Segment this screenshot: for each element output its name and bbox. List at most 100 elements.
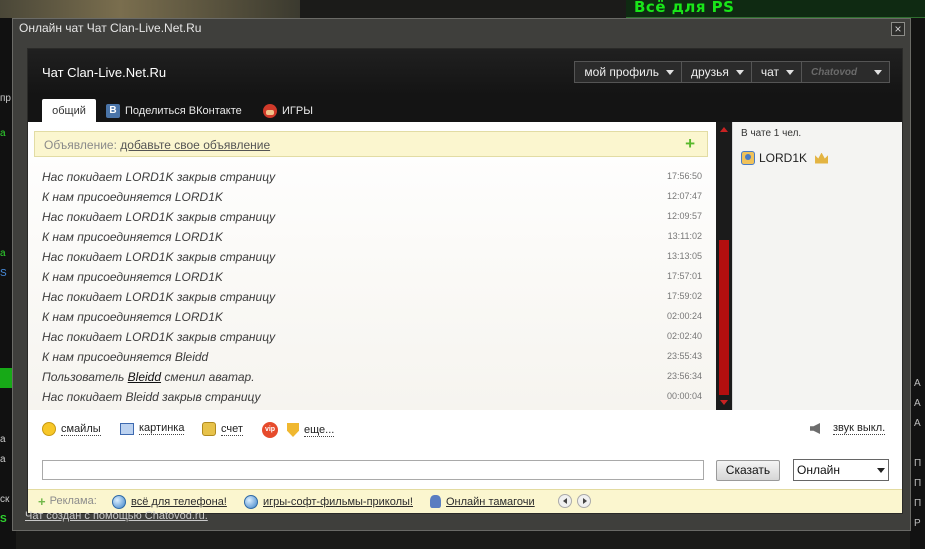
background-left-text: S [0,268,7,279]
background-right-text: А [914,398,921,409]
globe-icon [112,495,126,509]
sound-toggle[interactable]: звук выкл. [810,422,886,435]
message-text: Нас покидает LORD1K закрыв страницу [42,330,276,344]
background-right-text: А [914,378,921,389]
message-time: 23:55:43 [666,351,702,361]
message-row: Нас покидает LORD1K закрыв страницу 12:0… [42,210,702,228]
message-time: 00:00:04 [666,391,702,401]
message-text: К нам присоединяется LORD1K [42,270,223,284]
add-announcement-link[interactable]: добавьте свое объявление [120,138,270,152]
message-row: К нам присоединяется LORD1K 13:11:02 [42,230,702,248]
background-right-text: П [914,478,922,489]
picture-icon [120,422,134,435]
tab-games[interactable]: ИГРЫ [263,99,313,122]
message-text: К нам присоединяется LORD1K [42,310,223,324]
message-row: Нас покидает Bleidd закрыв страницу 00:0… [42,390,702,408]
message-time: 13:11:02 [667,231,702,241]
vip-icon: vip [262,422,278,438]
tab-general-label: общий [52,104,86,117]
chat-window: Онлайн чат Чат Clan-Live.Net.Ru × Чат Cl… [12,18,911,531]
message-time: 12:07:47 [666,191,702,201]
scroll-down-arrow-icon[interactable] [720,400,728,405]
background-right-column: А А А П П П Р [910,18,925,549]
chat-title: Чат Clan-Live.Net.Ru [42,65,167,80]
background-left-text: а [0,128,6,139]
announcement-bar: Объявление: добавьте свое объявление + [34,131,708,157]
smile-icon [42,422,56,436]
score-label: счет [221,422,243,436]
vk-icon: B [106,103,120,118]
scroll-thumb[interactable] [719,240,729,395]
ad-link-phone[interactable]: всё для телефона! [112,495,227,509]
plus-icon[interactable]: + [685,134,695,154]
background-left-text: а [0,454,6,465]
nav-my-profile-label: мой профиль [584,65,660,79]
background-left-text: а [0,248,6,259]
scroll-up-arrow-icon[interactable] [720,127,728,132]
user-name: LORD1K [759,151,808,165]
user-nick-link[interactable]: Bleidd [128,370,161,384]
message-scrollbar[interactable] [716,122,732,410]
nav-friends-label: друзья [691,65,729,79]
tab-share-vk[interactable]: B Поделиться ВКонтакте [106,99,242,122]
score-button[interactable]: счет [202,422,243,436]
message-time: 17:59:02 [666,291,702,301]
message-text-after: сменил аватар. [164,370,255,384]
message-input[interactable] [42,460,704,480]
user-list-item[interactable]: LORD1K [741,151,829,165]
picture-button[interactable]: картинка [120,422,185,435]
chatovod-credit-link[interactable]: Чат создан с помощью Chatovod.ru. [25,510,208,522]
user-list: В чате 1 чел. LORD1K [732,122,902,410]
plus-icon: + [38,493,46,509]
message-text: Нас покидает Bleidd закрыв страницу [42,390,261,404]
chevron-down-icon [786,69,794,75]
ads-next-arrow-icon[interactable] [577,494,591,508]
message-text: Нас покидает LORD1K закрыв страницу [42,290,276,304]
status-select[interactable]: Онлайн [793,459,889,481]
nav-chatovod-menu[interactable]: Chatovod [802,62,889,82]
picture-label: картинка [139,422,185,435]
ads-prev-arrow-icon[interactable] [558,494,572,508]
close-icon[interactable]: × [891,22,905,36]
message-row: К нам присоединяется LORD1K 17:57:01 [42,270,702,288]
announcement-prefix: Объявление: [44,138,117,152]
ads-label: + Реклама: [38,493,97,509]
nav-friends[interactable]: друзья [682,62,752,82]
crown-icon [815,152,829,164]
background-right-text: А [914,418,921,429]
ad-link-label: игры-софт-фильмы-приколы! [263,496,413,508]
nav-chat[interactable]: чат [752,62,802,82]
message-list: Объявление: добавьте свое объявление + Н… [28,122,716,410]
message-time: 02:02:40 [666,331,702,341]
message-row: Нас покидает LORD1K закрыв страницу 17:5… [42,170,702,188]
background-left-text: а [0,434,6,445]
smiles-label: смайлы [61,422,101,436]
message-time: 12:09:57 [666,211,702,221]
message-row: К нам присоединяется LORD1K 12:07:47 [42,190,702,208]
chevron-down-icon [666,69,675,75]
more-button[interactable]: vip еще... [262,422,335,438]
chevron-down-icon [735,69,744,75]
ad-link-tamagotchi[interactable]: Онлайн тамагочи [430,495,535,508]
chatovod-logo: Chatovod [811,66,858,78]
background-left-text: S [0,514,7,525]
mario-icon [263,103,277,118]
users-count: В чате 1 чел. [741,128,802,139]
message-row: Нас покидает LORD1K закрыв страницу 02:0… [42,330,702,348]
background-right-text: П [914,498,922,509]
user-icon [741,151,755,165]
ad-link-games[interactable]: игры-софт-фильмы-приколы! [244,495,413,509]
globe-icon [244,495,258,509]
smiles-button[interactable]: смайлы [42,422,101,436]
tab-games-label: ИГРЫ [282,104,313,117]
more-label: еще... [304,423,335,437]
nav-my-profile[interactable]: мой профиль [575,62,683,82]
speaker-icon [810,423,820,434]
sound-label: звук выкл. [833,422,886,435]
top-nav: мой профиль друзья чат Chatovod [574,61,890,83]
ads-label-text: Реклама: [49,495,97,507]
send-button[interactable]: Сказать [716,460,780,481]
status-select-value: Онлайн [797,463,840,477]
chevron-down-icon [877,468,885,473]
tab-general[interactable]: общий [42,99,96,122]
